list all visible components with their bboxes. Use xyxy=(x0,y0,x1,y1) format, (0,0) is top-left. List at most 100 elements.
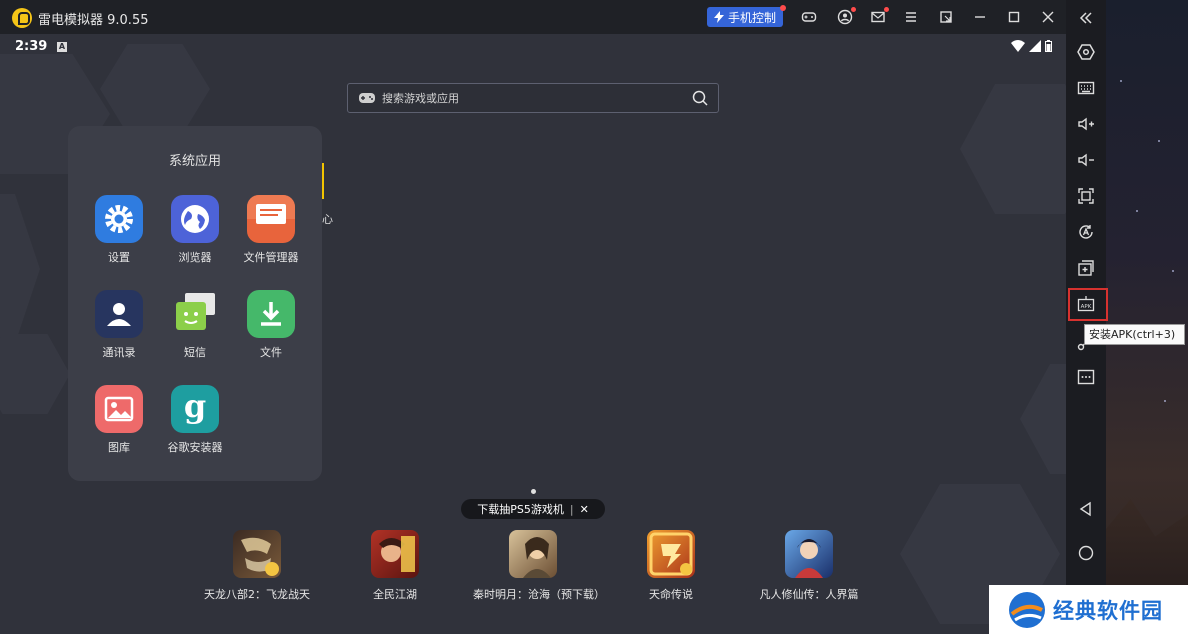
contacts-icon xyxy=(95,290,143,338)
multi-instance-icon[interactable] xyxy=(1076,258,1096,278)
android-screen[interactable]: 2:39 A 搜索游戏或应用 心 系统应用 设置 浏览器 文件管理器 通讯录 短… xyxy=(0,34,1066,634)
search-icon[interactable] xyxy=(692,90,708,106)
promo-banner[interactable]: 下载抽PS5游戏机 | ✕ xyxy=(461,499,605,519)
app-logo-icon xyxy=(12,8,32,28)
game-tianming-icon xyxy=(647,530,695,578)
mail-icon[interactable] xyxy=(869,7,889,26)
search-input[interactable]: 搜索游戏或应用 xyxy=(382,90,692,106)
home-icon[interactable] xyxy=(1076,543,1096,563)
keyboard-icon[interactable] xyxy=(1076,78,1096,98)
status-icons xyxy=(1011,40,1052,52)
partial-app-label: 心 xyxy=(322,213,333,226)
star xyxy=(1120,80,1122,82)
title-bar: 雷电模拟器 9.0.55 手机控制 xyxy=(0,0,1066,34)
svg-text:g: g xyxy=(184,389,206,425)
close-icon[interactable] xyxy=(1039,8,1057,26)
game-fanren-icon xyxy=(785,530,833,578)
back-icon[interactable] xyxy=(1076,499,1096,519)
wallpaper-hex xyxy=(960,84,1066,214)
volume-down-icon[interactable] xyxy=(1076,150,1096,170)
notification-a-icon: A xyxy=(57,42,67,52)
wallpaper-hex xyxy=(100,44,210,134)
maximize-icon[interactable] xyxy=(1005,8,1023,26)
game-label: 天龙八部2：飞龙战天 xyxy=(204,588,310,601)
app-label: 图库 xyxy=(108,441,130,454)
app-settings[interactable]: 设置 xyxy=(81,195,157,265)
search-bar[interactable]: 搜索游戏或应用 xyxy=(347,83,719,113)
game-quanmin-icon xyxy=(371,530,419,578)
emulator-window: 雷电模拟器 9.0.55 手机控制 2:39 A 搜索游戏或应用 心 系统应用 … xyxy=(0,0,1188,634)
star xyxy=(1136,210,1138,212)
window-title: 雷电模拟器 9.0.55 xyxy=(38,13,149,28)
google-installer-icon: g xyxy=(171,385,219,433)
folder-title: 系统应用 xyxy=(168,154,221,169)
wallpaper-hex xyxy=(0,194,40,344)
wallpaper-hex xyxy=(0,334,70,414)
game-tianlong-icon xyxy=(233,530,281,578)
multi-window-icon[interactable] xyxy=(937,8,955,26)
app-label: 文件 xyxy=(260,346,282,359)
page-indicator xyxy=(531,489,536,494)
user-account-icon[interactable] xyxy=(836,7,856,26)
wallpaper-hex xyxy=(1020,364,1066,474)
app-sms[interactable]: 短信 xyxy=(157,290,233,360)
lightning-icon xyxy=(713,11,724,23)
game-label: 全民江湖 xyxy=(373,588,417,601)
gallery-icon xyxy=(95,385,143,433)
minimize-icon[interactable] xyxy=(971,8,989,26)
app-files[interactable]: 文件 xyxy=(233,290,309,360)
game-fanren[interactable]: 凡人修仙传：人界篇 xyxy=(749,530,869,602)
game-label: 天命传说 xyxy=(649,588,693,601)
game-tianming[interactable]: 天命传说 xyxy=(611,530,731,602)
battery-icon xyxy=(1045,40,1052,52)
app-gallery[interactable]: 图库 xyxy=(81,385,157,455)
desktop-background xyxy=(1106,0,1188,634)
game-qinshi[interactable]: 秦时明月：沧海（预下载） xyxy=(473,530,605,602)
app-label: 设置 xyxy=(108,251,130,264)
watermark: 经典软件园 xyxy=(989,585,1188,634)
install-apk-highlight xyxy=(1068,288,1108,321)
app-file-manager[interactable]: 文件管理器 xyxy=(233,195,309,265)
app-google-installer[interactable]: g 谷歌安装器 xyxy=(157,385,233,455)
install-apk-tooltip: 安装APK(ctrl+3) xyxy=(1084,324,1185,345)
star xyxy=(1158,140,1160,142)
collapse-toolbar-icon[interactable] xyxy=(1076,8,1096,28)
menu-icon[interactable] xyxy=(902,8,920,26)
notification-dot xyxy=(780,5,786,11)
phone-control-label: 手机控制 xyxy=(727,10,776,25)
settings-hexagon-icon[interactable] xyxy=(1076,42,1096,62)
app-label: 谷歌安装器 xyxy=(167,441,223,454)
phone-control-button[interactable]: 手机控制 xyxy=(707,5,786,27)
app-label: 通讯录 xyxy=(102,346,136,359)
settings-icon xyxy=(95,195,143,243)
gamepad-icon xyxy=(359,93,375,103)
system-apps-folder: 系统应用 设置 浏览器 文件管理器 通讯录 短信 文件 图库 g 谷歌安装器 xyxy=(68,126,322,481)
game-label: 秦时明月：沧海（预下载） xyxy=(473,588,605,601)
game-tianlong[interactable]: 天龙八部2：飞龙战天 xyxy=(197,530,317,602)
volume-up-icon[interactable] xyxy=(1076,114,1096,134)
game-quanmin[interactable]: 全民江湖 xyxy=(335,530,455,602)
watermark-logo-icon xyxy=(1009,591,1045,628)
app-browser[interactable]: 浏览器 xyxy=(157,195,233,265)
promo-text: 下载抽PS5游戏机 xyxy=(477,503,564,516)
signal-icon xyxy=(1029,40,1041,52)
star xyxy=(1164,400,1166,402)
watermark-text: 经典软件园 xyxy=(1053,598,1163,623)
download-file-icon xyxy=(247,290,295,338)
more-options-icon[interactable] xyxy=(1076,367,1096,387)
sms-icon xyxy=(171,290,219,338)
app-contacts[interactable]: 通讯录 xyxy=(81,290,157,360)
app-label: 短信 xyxy=(184,346,206,359)
app-label: 文件管理器 xyxy=(243,251,299,264)
notification-dot xyxy=(884,7,889,12)
auto-click-icon[interactable] xyxy=(1076,222,1096,242)
fullscreen-icon[interactable] xyxy=(1076,186,1096,206)
notification-dot xyxy=(851,7,856,12)
promo-close-button[interactable]: ✕ xyxy=(580,503,589,516)
game-label: 凡人修仙传：人界篇 xyxy=(759,588,859,601)
star xyxy=(1172,270,1174,272)
browser-icon xyxy=(171,195,219,243)
gamepad-icon[interactable] xyxy=(800,8,818,26)
wifi-icon xyxy=(1011,40,1025,52)
app-label: 浏览器 xyxy=(178,251,212,264)
